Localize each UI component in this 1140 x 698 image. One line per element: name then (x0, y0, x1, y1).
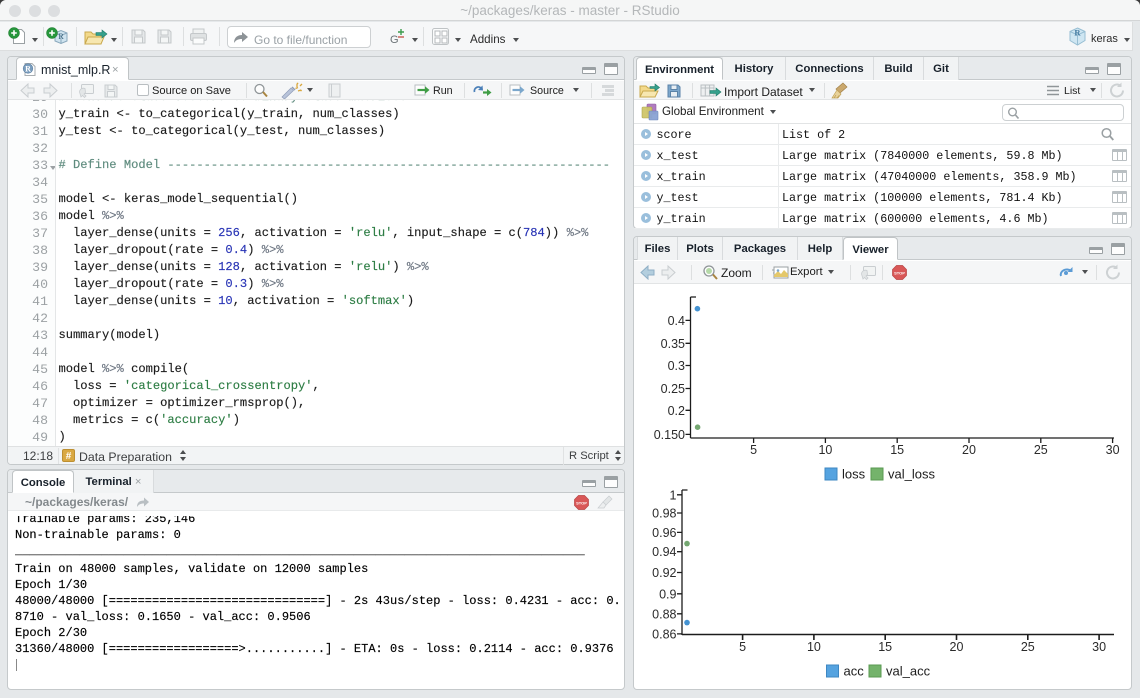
svg-text:30: 30 (1092, 640, 1106, 654)
svg-text:val_loss: val_loss (888, 467, 935, 482)
svg-text:0.94: 0.94 (652, 545, 676, 559)
svg-text:30: 30 (1106, 443, 1120, 457)
svg-text:0.98: 0.98 (652, 507, 676, 521)
svg-text:20: 20 (962, 443, 976, 457)
svg-text:0.92: 0.92 (652, 566, 676, 580)
svg-text:0.88: 0.88 (652, 607, 676, 621)
svg-text:G: G (390, 34, 399, 46)
svg-text:20: 20 (950, 640, 964, 654)
svg-text:R: R (1074, 28, 1081, 38)
svg-text:15: 15 (890, 443, 904, 457)
svg-text:5: 5 (750, 443, 757, 457)
svg-text:1: 1 (670, 488, 677, 502)
svg-text:0.25: 0.25 (661, 382, 685, 396)
svg-text:25: 25 (1034, 443, 1048, 457)
svg-text:0.3: 0.3 (668, 359, 685, 373)
svg-text:0.96: 0.96 (652, 526, 676, 540)
svg-text:0.150: 0.150 (654, 428, 685, 442)
svg-text:10: 10 (818, 443, 832, 457)
svg-text:5: 5 (739, 640, 746, 654)
svg-text:25: 25 (1021, 640, 1035, 654)
svg-text:STOP: STOP (576, 501, 587, 506)
svg-text:R: R (25, 65, 31, 74)
svg-text:0.86: 0.86 (652, 627, 676, 641)
svg-text:10: 10 (807, 640, 821, 654)
svg-text:15: 15 (878, 640, 892, 654)
svg-text:R: R (58, 32, 64, 41)
svg-text:0.2: 0.2 (668, 404, 685, 418)
svg-text:acc: acc (844, 664, 865, 679)
svg-text:STOP: STOP (894, 271, 905, 276)
svg-text:0.35: 0.35 (661, 337, 685, 351)
svg-text:val_acc: val_acc (886, 664, 931, 679)
svg-text:0.9: 0.9 (659, 587, 676, 601)
svg-text:0.4: 0.4 (668, 314, 685, 328)
svg-text:loss: loss (842, 467, 866, 482)
